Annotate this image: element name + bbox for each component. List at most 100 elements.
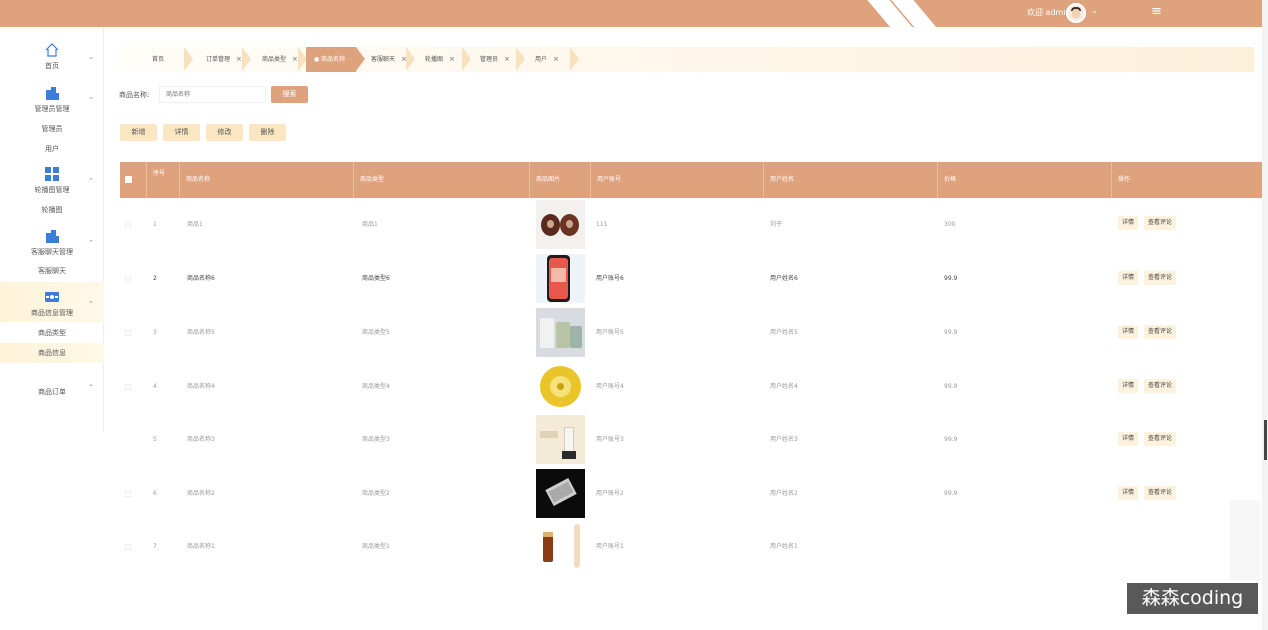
card-icon	[45, 292, 59, 302]
table-row[interactable]: 3 商品名称5 商品类型5 用户账号5 用户姓名5 99.9 详情 查看评论	[120, 306, 1262, 360]
tab-goods-name[interactable]: ● 商品名称×	[306, 47, 356, 88]
user-name: 刘子	[770, 221, 783, 228]
edit-button[interactable]: 修改	[206, 124, 243, 141]
welcome-text: 欢迎 admin	[1027, 8, 1071, 17]
row-detail-button[interactable]: 详情	[1118, 432, 1139, 446]
building-icon	[46, 230, 59, 243]
row-detail-button[interactable]: 详情	[1118, 216, 1139, 230]
goods-name: 商品名称1	[187, 543, 215, 550]
row-checkbox[interactable]	[125, 276, 131, 282]
tab-carousel[interactable]: 轮播图 ×	[413, 47, 465, 72]
goods-image	[536, 469, 585, 518]
home-icon	[45, 43, 59, 57]
row-checkbox[interactable]	[125, 544, 131, 550]
goods-image	[536, 254, 585, 303]
avatar[interactable]	[1066, 3, 1086, 23]
price: 99.9	[944, 490, 958, 497]
row-index: 3	[153, 329, 157, 336]
tab-chat[interactable]: 客服聊天 ×	[359, 47, 413, 72]
row-detail-button[interactable]: 详情	[1118, 379, 1139, 393]
user-account: 用户账号4	[596, 383, 624, 390]
user-name: 用户姓名2	[770, 490, 798, 497]
close-icon[interactable]: ×	[449, 55, 455, 63]
user-name: 用户姓名1	[770, 543, 798, 550]
sidebar-item-goods-info[interactable]: 商品信息	[0, 343, 104, 363]
row-comments-button[interactable]: 查看评论	[1144, 379, 1177, 393]
column-header: 操作	[1118, 176, 1131, 183]
row-checkbox[interactable]	[125, 330, 131, 336]
row-comments-button[interactable]: 查看评论	[1144, 271, 1177, 285]
sidebar-item-user[interactable]: 用户	[0, 139, 104, 159]
sidebar-group-carousel[interactable]: 轮播图管理 ⌃	[0, 167, 104, 197]
close-icon[interactable]: ×	[292, 55, 298, 63]
hamburger-icon[interactable]: ≡	[1151, 5, 1162, 19]
sidebar-group-admin[interactable]: 管理员管理 ⌃	[0, 86, 104, 116]
delete-button[interactable]: 删除	[249, 124, 286, 141]
goods-type: 商品类型4	[362, 383, 390, 390]
goods-type: 商品1	[362, 221, 378, 228]
table-row[interactable]: 1 商品1 商品1 111 刘子 300 详情 查看评论	[120, 198, 1262, 252]
sidebar-item-carousel[interactable]: 轮播图	[0, 200, 104, 220]
blurred-region	[1230, 500, 1260, 580]
tab-user[interactable]: 用户 ×	[523, 47, 569, 72]
chevron-up-icon: ⌃	[88, 300, 94, 308]
sidebar-item-home[interactable]: 首页 ⌄	[0, 43, 104, 79]
table-row[interactable]: 4 商品名称4 商品类型4 用户账号4 用户姓名4 99.9 详情 查看评论	[120, 360, 1262, 414]
tab-admin[interactable]: 管理员 ×	[468, 47, 520, 72]
column-header: 用户账号	[591, 162, 764, 198]
close-icon[interactable]: ×	[236, 55, 242, 63]
row-comments-button[interactable]: 查看评论	[1144, 432, 1177, 446]
close-icon[interactable]: ×	[504, 55, 510, 63]
sidebar-item-chat[interactable]: 客服聊天	[0, 261, 104, 281]
tab-home[interactable]: 首页	[140, 47, 188, 72]
sidebar-group-orders[interactable]: 商品订单 ⌄	[0, 379, 104, 403]
tab-separator	[570, 47, 579, 71]
row-detail-button[interactable]: 详情	[1118, 271, 1139, 285]
watermark: 森森coding	[1127, 583, 1258, 614]
row-comments-button[interactable]: 查看评论	[1144, 325, 1177, 339]
sidebar-item-admin[interactable]: 管理员	[0, 119, 104, 139]
chevron-down-icon[interactable]: ⌄	[1091, 6, 1098, 15]
chevron-up-icon: ⌃	[88, 239, 94, 247]
close-icon[interactable]: ×	[320, 80, 326, 88]
row-comments-button[interactable]: 查看评论	[1144, 486, 1177, 500]
goods-name: 商品名称6	[187, 275, 215, 282]
table-header: 序号 商品名称 商品类型 商品图片 用户账号 用户姓名 价格 操作	[120, 162, 1262, 198]
sidebar-group-chat[interactable]: 客服聊天管理 ⌃	[0, 229, 104, 259]
sidebar-group-goods[interactable]: 商品信息管理 ⌃	[0, 282, 104, 322]
close-icon[interactable]: ×	[553, 55, 559, 63]
table-row[interactable]: 7 商品名称1 商品类型1 用户账号1 用户姓名1	[120, 520, 1262, 574]
goods-type: 商品类型1	[362, 543, 390, 550]
row-checkbox[interactable]	[125, 222, 131, 228]
user-account: 用户账号5	[596, 329, 624, 336]
scrollbar[interactable]	[1262, 0, 1268, 630]
scrollbar-thumb[interactable]	[1264, 420, 1267, 460]
row-checkbox[interactable]	[125, 384, 131, 390]
search-button[interactable]: 搜索	[271, 86, 308, 103]
row-detail-button[interactable]: 详情	[1118, 325, 1139, 339]
row-detail-button[interactable]: 详情	[1118, 486, 1139, 500]
column-header: 商品类型	[354, 162, 530, 198]
row-comments-button[interactable]: 查看评论	[1144, 216, 1177, 230]
sidebar-item-label: 管理员管理	[34, 105, 70, 113]
search-label: 商品名称:	[119, 91, 150, 99]
column-header: 商品图片	[530, 162, 591, 198]
table-row[interactable]: 2 商品名称6 商品类型6 用户账号6 用户姓名6 99.9 详情 查看评论	[120, 252, 1262, 306]
user-account: 用户账号6	[596, 275, 624, 282]
table-row[interactable]: 6 商品名称2 商品类型2 用户账号2 用户姓名2 99.9 详情 查看评论	[120, 467, 1262, 521]
table-row[interactable]: 5 商品名称3 商品类型3 用户账号3 用户姓名3 99.9 详情 查看评论	[120, 413, 1262, 467]
add-button[interactable]: 新增	[120, 124, 157, 141]
grid-icon	[45, 167, 59, 181]
sidebar-item-goods-type[interactable]: 商品类型	[0, 323, 104, 343]
goods-type: 商品类型6	[362, 275, 390, 282]
user-account: 111	[596, 221, 608, 228]
row-checkbox[interactable]	[125, 491, 131, 497]
search-input[interactable]	[159, 86, 266, 103]
row-index: 5	[153, 436, 157, 443]
goods-image	[536, 362, 585, 411]
user-account: 用户账号1	[596, 543, 624, 550]
detail-button[interactable]: 详情	[163, 124, 200, 141]
select-all-checkbox[interactable]	[125, 176, 132, 183]
row-index: 2	[153, 275, 157, 282]
row-index: 1	[153, 221, 157, 228]
